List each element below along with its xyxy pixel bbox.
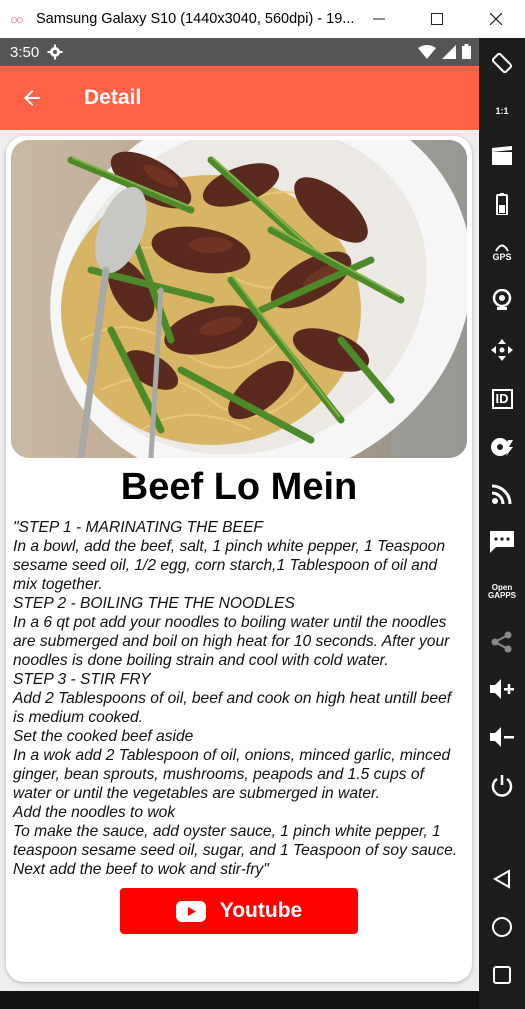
page-title: Detail <box>84 86 142 109</box>
gps-label: GPS <box>492 252 512 262</box>
battery-icon <box>462 44 471 59</box>
back-nav-button[interactable] <box>479 861 525 897</box>
power-icon <box>491 775 513 797</box>
cast-button[interactable] <box>479 476 525 512</box>
disk-io-icon <box>491 438 513 456</box>
youtube-button[interactable]: Youtube <box>120 888 358 934</box>
volume-down-button[interactable] <box>479 719 525 755</box>
battery-button[interactable] <box>479 186 525 222</box>
nav-bar-strip <box>0 991 479 1009</box>
rotate-icon <box>491 52 513 74</box>
emulator-toolbar: 1:1 GPS ID Open GAPPS <box>479 38 525 1009</box>
recipe-card: Beef Lo Mein "STEP 1 - MARINATING THE BE… <box>6 136 472 982</box>
disk-io-button[interactable] <box>479 429 525 465</box>
close-button[interactable] <box>467 0 525 38</box>
home-nav-button[interactable] <box>479 909 525 945</box>
move-button[interactable] <box>479 332 525 368</box>
arrow-left-icon[interactable] <box>20 86 44 110</box>
volume-up-button[interactable] <box>479 671 525 707</box>
capture-icon <box>492 146 512 165</box>
status-bar: 3:50 <box>0 38 479 66</box>
youtube-button-label: Youtube <box>219 899 303 922</box>
pixel-perfect-button[interactable]: 1:1 <box>479 93 525 129</box>
device-id-label: ID <box>495 391 509 406</box>
wifi-icon <box>418 44 436 59</box>
back-nav-icon <box>492 869 510 889</box>
close-icon <box>490 13 502 25</box>
open-gapps-icon: Open GAPPS <box>487 583 516 600</box>
gps-icon <box>495 244 509 252</box>
power-button[interactable] <box>479 768 525 804</box>
maximize-icon <box>431 13 443 25</box>
webcam-button[interactable] <box>479 282 525 318</box>
gear-icon <box>47 44 63 60</box>
rotate-button[interactable] <box>479 45 525 81</box>
open-gapps-button[interactable]: Open GAPPS <box>479 574 525 610</box>
window-title: Samsung Galaxy S10 (1440x3040, 560dpi) -… <box>36 11 355 27</box>
minimize-button[interactable] <box>350 0 408 38</box>
device-id-icon: ID <box>491 389 513 409</box>
window-titlebar: ○○ Samsung Galaxy S10 (1440x3040, 560dpi… <box>0 0 525 39</box>
device-id-button[interactable]: ID <box>479 381 525 417</box>
battery-icon <box>496 193 508 215</box>
genymotion-logo-icon: ○○ <box>10 11 24 27</box>
sms-icon <box>490 531 514 553</box>
volume-up-icon <box>490 679 514 699</box>
home-nav-icon <box>492 917 512 937</box>
move-icon <box>491 339 513 361</box>
recents-nav-icon <box>493 966 511 984</box>
sms-button[interactable] <box>479 524 525 560</box>
share-button[interactable] <box>479 624 525 660</box>
capture-button[interactable] <box>479 138 525 174</box>
app-bar: Detail <box>0 66 479 130</box>
status-time: 3:50 <box>10 43 40 61</box>
gps-button[interactable]: GPS <box>479 234 525 270</box>
recipe-instructions: "STEP 1 - MARINATING THE BEEF In a bowl,… <box>13 519 458 878</box>
minimize-icon <box>373 18 385 20</box>
cast-icon <box>492 484 512 504</box>
recipe-title: Beef Lo Mein <box>120 466 358 508</box>
youtube-play-icon <box>175 900 206 922</box>
volume-down-icon <box>490 727 514 747</box>
share-icon <box>491 631 512 653</box>
webcam-icon <box>492 289 512 310</box>
phone-screen: 3:50 Detail Beef Lo Mein "STEP 1 - MARIN… <box>0 38 479 1009</box>
beef-lo-mein-photo <box>11 140 467 458</box>
maximize-button[interactable] <box>408 0 466 38</box>
pixel-perfect-icon: 1:1 <box>495 106 509 116</box>
recents-nav-button[interactable] <box>479 957 525 993</box>
signal-icon <box>442 44 456 59</box>
